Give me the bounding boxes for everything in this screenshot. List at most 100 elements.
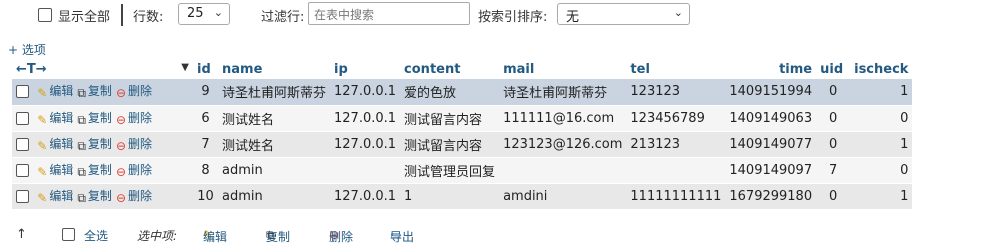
col-mail[interactable]: mail xyxy=(499,59,627,79)
cell-uid: 0 xyxy=(816,131,851,158)
row-checkbox[interactable] xyxy=(16,111,29,125)
cell-ischeck: 0 xyxy=(850,105,913,132)
copy-button[interactable]: ⧉ 复制 xyxy=(77,188,112,205)
cell-ip: 127.0.0.1 xyxy=(330,79,401,106)
cell-time: 1409149077 xyxy=(725,131,817,158)
cell-ip: 127.0.0.1 xyxy=(330,183,401,210)
cell-uid: 7 xyxy=(816,157,851,184)
table-header: ←T→ ▼ id name ip content mail tel time u… xyxy=(12,59,913,79)
copy-button[interactable]: ⧉ 复制 xyxy=(77,136,112,153)
cell-ischeck: 0 xyxy=(850,157,913,184)
cell-content: 测试管理员回复 xyxy=(400,157,500,184)
copy-button[interactable]: ⧉ 复制 xyxy=(77,162,112,179)
cell-ip xyxy=(330,157,401,184)
selected-label: 选中项: xyxy=(137,229,178,243)
cell-content: 1 xyxy=(400,183,500,210)
row-actions: ✎ 编辑 ⧉ 复制 ⊖ 删除 xyxy=(12,131,193,158)
row-checkbox[interactable] xyxy=(16,85,29,99)
rows-select[interactable]: 25 ⌄ xyxy=(178,3,230,25)
cell-content: 测试留言内容 xyxy=(400,131,500,158)
show-all-label: 显示全部 xyxy=(58,10,111,25)
filter-input[interactable]: 在表中搜索 xyxy=(308,2,470,25)
cell-content: 测试留言内容 xyxy=(400,105,500,132)
delete-button[interactable]: ⊖ 删除 xyxy=(115,162,153,179)
copy-label: 复制 xyxy=(87,188,112,203)
copy-icon: ⧉ xyxy=(77,112,86,127)
edit-label: 编辑 xyxy=(49,84,74,99)
cell-tel: 123456789 xyxy=(626,105,726,132)
column-arrows-icon[interactable]: ←T→ xyxy=(16,62,47,77)
row-checkbox[interactable] xyxy=(16,163,29,177)
delete-icon: ⊖ xyxy=(115,86,126,101)
delete-button[interactable]: ⊖ 删除 xyxy=(116,188,153,205)
sort-select-value: 无 xyxy=(566,10,580,25)
edit-button[interactable]: ✎ 编辑 xyxy=(37,110,74,127)
cell-ischeck: 1 xyxy=(850,183,913,210)
footer-edit-label: 编辑 xyxy=(203,230,228,244)
cell-ischeck: 1 xyxy=(850,131,913,158)
edit-label: 编辑 xyxy=(49,162,74,177)
table-row[interactable]: ✎ 编辑 ⧉ 复制 ⊖ 删除 8 admin 测试管理员回复 1409149097 7 0 xyxy=(12,157,913,184)
cell-ischeck: 1 xyxy=(850,79,913,106)
table-row[interactable]: ✎ 编辑 ⧉ 复制 ⊖ 删除 6 测试姓名 127.0.0.1 测试留言内容 111111@16.c… xyxy=(12,105,913,132)
delete-label: 删除 xyxy=(128,136,153,151)
copy-button[interactable]: ⧉ 复制 xyxy=(77,110,112,127)
cell-tel: 123123 xyxy=(626,79,726,106)
options-link[interactable]: + 选项 xyxy=(8,41,46,58)
chevron-down-icon: ⌄ xyxy=(673,6,683,19)
select-all-label[interactable]: 全选 xyxy=(84,227,108,244)
cell-id: 7 xyxy=(193,131,218,158)
cell-uid: 0 xyxy=(816,79,851,106)
delete-button[interactable]: ⊖ 删除 xyxy=(116,111,152,127)
copy-label: 复制 xyxy=(87,162,112,177)
col-tel[interactable]: tel xyxy=(626,59,726,79)
row-checkbox[interactable] xyxy=(16,189,29,203)
arrow-up-icon: ↑ xyxy=(16,227,27,242)
delete-label: 删除 xyxy=(128,188,153,203)
sort-label: 按索引排序: xyxy=(478,10,548,25)
sort-dropdown-icon[interactable]: ▼ xyxy=(181,62,189,73)
footer-copy-label: 复制 xyxy=(266,230,291,244)
copy-label: 复制 xyxy=(87,110,112,125)
col-time[interactable]: time xyxy=(725,59,817,79)
cell-mail: amdini xyxy=(499,183,627,210)
edit-button[interactable]: ✎ 编辑 xyxy=(37,162,74,179)
pencil-icon: ✎ xyxy=(37,138,48,153)
row-checkbox[interactable] xyxy=(16,137,29,151)
cell-uid: 0 xyxy=(816,183,851,210)
edit-button[interactable]: ✎ 编辑 xyxy=(37,137,73,153)
copy-label: 复制 xyxy=(87,136,112,151)
edit-label: 编辑 xyxy=(49,110,74,125)
pencil-icon: ✎ xyxy=(37,112,48,127)
filter-label: 过滤行: xyxy=(261,10,305,25)
col-name[interactable]: name xyxy=(218,59,331,79)
cell-mail: 111111@16.com xyxy=(499,105,627,132)
row-actions: ✎ 编辑 ⧉ 复制 ⊖ 删除 xyxy=(12,79,193,106)
edit-button[interactable]: ✎ 编辑 xyxy=(37,84,74,100)
col-content[interactable]: content xyxy=(400,59,500,79)
delete-icon: ⊖ xyxy=(115,164,126,179)
footer-bar: ↑ 全选 选中项: ✎ 编辑 ⧉ 复制 ⊖ 删除 ▭ 导出 xyxy=(0,226,1000,244)
col-id[interactable]: id xyxy=(193,59,218,79)
cell-tel: 213123 xyxy=(626,131,726,158)
delete-button[interactable]: ⊖ 删除 xyxy=(115,84,153,101)
delete-label: 删除 xyxy=(128,84,153,99)
copy-icon: ⧉ xyxy=(77,86,86,101)
cell-id: 9 xyxy=(193,79,218,106)
col-ischeck[interactable]: ischeck xyxy=(850,59,913,79)
cell-ip: 127.0.0.1 xyxy=(330,131,401,158)
table-row[interactable]: ✎ 编辑 ⧉ 复制 ⊖ 删除 7 测试姓名 127.0.0.1 测试留言内容 123123@126.… xyxy=(12,131,913,158)
cell-mail: 诗圣杜甫阿斯蒂芬 xyxy=(499,79,627,106)
table-row[interactable]: ✎ 编辑 ⧉ 复制 ⊖ 删除 10 admin 127.0.0.1 1 amdini 11111111… xyxy=(12,183,913,210)
col-ip[interactable]: ip xyxy=(330,59,401,79)
col-uid[interactable]: uid xyxy=(816,59,851,79)
table-row[interactable]: ✎ 编辑 ⧉ 复制 ⊖ 删除 9 诗圣杜甫阿斯蒂芬 127.0.0.1 爱的色放 诗圣杜甫阿斯蒂芬 1… xyxy=(12,79,913,106)
delete-label: 删除 xyxy=(128,162,153,177)
cell-id: 10 xyxy=(193,183,218,210)
edit-button[interactable]: ✎ 编辑 xyxy=(37,189,73,205)
copy-icon: ⧉ xyxy=(77,190,86,205)
sort-select[interactable]: 无 ⌄ xyxy=(557,3,690,25)
show-all-checkbox[interactable] xyxy=(38,8,52,22)
delete-button[interactable]: ⊖ 删除 xyxy=(116,136,153,153)
copy-button[interactable]: ⧉ 复制 xyxy=(77,84,112,101)
